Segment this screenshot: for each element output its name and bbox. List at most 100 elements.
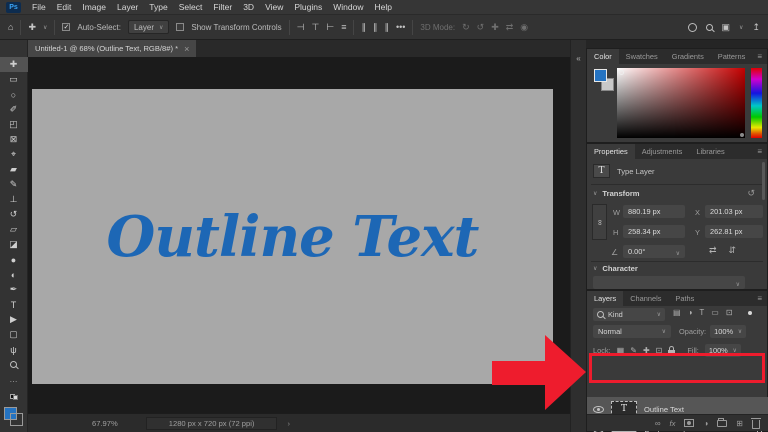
menu-item-layer[interactable]: Layer (117, 2, 138, 12)
home-icon[interactable]: ⌂ (8, 22, 13, 32)
menu-item-help[interactable]: Help (374, 2, 391, 12)
distribute-icon[interactable]: ≡ (341, 22, 346, 32)
menu-item-type[interactable]: Type (149, 2, 167, 12)
flip-vertical-icon[interactable]: ⇵ (729, 245, 737, 256)
width-field[interactable]: 880.19 px (623, 205, 685, 218)
rotation-field[interactable]: 0.00° ∨ (623, 245, 685, 258)
close-icon[interactable]: × (184, 44, 189, 54)
distribute-vertical-icon[interactable]: ∥ (373, 22, 378, 33)
tool-type[interactable]: T (0, 297, 28, 312)
align-center-icon[interactable]: ⊤ (312, 22, 320, 33)
x-field[interactable]: 201.03 px (705, 205, 763, 218)
blend-mode-select[interactable]: Normal ∨ (593, 325, 671, 338)
menu-item-filter[interactable]: Filter (213, 2, 232, 12)
status-chevron-icon[interactable]: › (287, 419, 290, 428)
tool-blur[interactable]: ● (0, 252, 28, 267)
flip-horizontal-icon[interactable]: ⇄ (709, 245, 717, 256)
panel-menu-icon[interactable]: ≡ (757, 52, 762, 61)
adjustment-layer-icon[interactable]: ◑ (703, 419, 708, 428)
align-right-icon[interactable]: ⊢ (326, 22, 334, 33)
tab-color[interactable]: Color (587, 49, 619, 64)
tool-frame[interactable]: ⊠ (0, 132, 28, 147)
menu-item-image[interactable]: Image (82, 2, 106, 12)
auto-select-checkbox[interactable]: ✓ (62, 23, 71, 31)
reset-transform-icon[interactable]: ↺ (747, 188, 755, 199)
tool-clone-stamp[interactable]: ⊥ (0, 192, 28, 207)
account-icon[interactable] (687, 22, 697, 32)
3d-pan-icon[interactable]: ✚ (491, 22, 499, 33)
tool-history-brush[interactable]: ↺ (0, 207, 28, 222)
show-transform-checkbox[interactable] (176, 23, 185, 31)
link-layers-icon[interactable]: ∞ (655, 419, 661, 428)
tool-eyedropper[interactable]: ⌖ (0, 147, 28, 162)
filter-shape-layers-icon[interactable]: ▭ (711, 308, 719, 317)
menu-item-plugins[interactable]: Plugins (294, 2, 322, 12)
edit-toolbar-icon[interactable]: ⋯ (0, 374, 28, 389)
link-dimensions-toggle[interactable]: ∞ (592, 204, 607, 240)
tab-gradients[interactable]: Gradients (665, 49, 711, 64)
scrollbar[interactable] (762, 162, 765, 200)
panel-menu-icon[interactable]: ≡ (757, 294, 762, 303)
visibility-eye-icon[interactable] (593, 405, 604, 413)
default-colors-icon[interactable] (0, 389, 28, 404)
delete-layer-icon[interactable] (751, 417, 761, 429)
layer-filter-kind-select[interactable]: Kind ∨ (593, 308, 665, 321)
saturation-brightness-box[interactable] (617, 68, 745, 138)
layer-name[interactable]: Outline Text (644, 405, 684, 414)
height-field[interactable]: 258.34 px (623, 225, 685, 238)
tool-gradient[interactable]: ◪ (0, 237, 28, 252)
transform-section-header[interactable]: ∨ Transform (593, 189, 640, 198)
y-field[interactable]: 262.81 px (705, 225, 763, 238)
3d-camera-icon[interactable]: ◉ (520, 22, 528, 33)
move-tool-icon[interactable]: ✚ (28, 22, 36, 33)
align-left-icon[interactable]: ⊣ (297, 22, 305, 33)
character-section-header[interactable]: ∨ Character (593, 264, 638, 273)
tool-crop[interactable]: ◰ (0, 117, 28, 132)
canvas-area[interactable]: Outline Text (28, 57, 570, 413)
menu-item-window[interactable]: Window (333, 2, 363, 12)
workspace-icon[interactable]: ▣ (722, 22, 731, 33)
distribute-spacing-icon[interactable]: ∥ (384, 22, 389, 33)
menu-item-select[interactable]: Select (179, 2, 203, 12)
menu-item-file[interactable]: File (32, 2, 46, 12)
distribute-horizontal-icon[interactable]: ∥ (361, 22, 366, 33)
filter-smart-objects-icon[interactable]: ⊡ (726, 308, 733, 317)
font-family-select[interactable]: ∨ (593, 276, 745, 289)
foreground-color-swatch[interactable] (594, 69, 607, 82)
menu-item-edit[interactable]: Edit (57, 2, 72, 12)
new-layer-icon[interactable]: ⊞ (736, 419, 743, 428)
share-icon[interactable]: ↥ (752, 22, 760, 33)
tool-path-selection[interactable]: ▶ (0, 312, 28, 327)
tool-pen[interactable]: ✒ (0, 282, 28, 297)
color-picker-marker[interactable] (619, 70, 624, 75)
tool-hand[interactable]: ψ (0, 342, 28, 357)
color-picker-dot[interactable] (740, 133, 744, 137)
background-color-swatch[interactable] (10, 413, 23, 426)
menu-item-view[interactable]: View (265, 2, 283, 12)
add-layer-mask-icon[interactable] (684, 419, 695, 427)
chevron-down-icon[interactable]: ∨ (43, 24, 47, 31)
tab-channels[interactable]: Channels (623, 291, 668, 306)
tool-move[interactable]: ✚ (0, 57, 28, 72)
tool-rectangular-marquee[interactable]: ▭ (0, 72, 28, 87)
tool-object-selection[interactable]: ✐ (0, 102, 28, 117)
tool-eraser[interactable]: ▱ (0, 222, 28, 237)
zoom-level[interactable]: 67.97% (92, 419, 118, 428)
chevron-down-icon[interactable]: ∨ (739, 24, 743, 31)
filter-type-layers-icon[interactable]: T (699, 308, 704, 317)
new-group-icon[interactable] (717, 417, 728, 427)
document-tab[interactable]: Untitled-1 @ 68% (Outline Text, RGB/8#) … (28, 40, 197, 57)
tool-dodge[interactable]: ◐ (0, 267, 28, 282)
tool-lasso[interactable]: ○ (0, 87, 28, 102)
filter-adjustment-layers-icon[interactable]: ◑ (688, 308, 693, 317)
panel-menu-icon[interactable]: ≡ (757, 147, 762, 156)
tab-patterns[interactable]: Patterns (711, 49, 753, 64)
tab-paths[interactable]: Paths (668, 291, 701, 306)
tool-zoom[interactable] (0, 357, 28, 372)
search-icon[interactable] (705, 23, 713, 31)
hue-slider[interactable] (751, 68, 762, 138)
tool-rectangle[interactable]: ▢ (0, 327, 28, 342)
filter-toggle-icon[interactable] (747, 310, 752, 315)
auto-select-target-dropdown[interactable]: Layer ∨ (127, 20, 170, 34)
tab-properties[interactable]: Properties (587, 144, 635, 159)
